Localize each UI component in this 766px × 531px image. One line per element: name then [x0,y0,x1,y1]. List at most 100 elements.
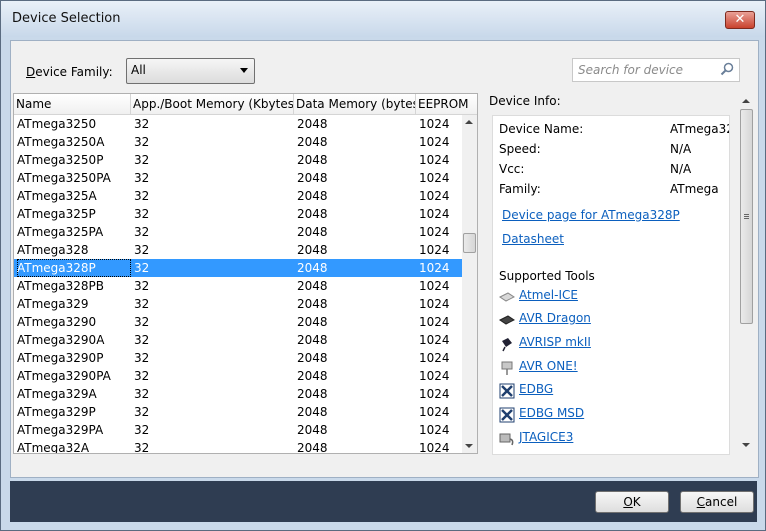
cell-name: ATmega329 [17,297,89,311]
info-scroll-thumb[interactable] [740,109,753,324]
avrisp-icon [502,338,512,352]
cell-name: ATmega3290P [17,351,104,365]
grid-scroll-thumb[interactable] [463,233,476,253]
cell-data-memory: 2048 [297,369,328,383]
cell-app-boot-memory: 32 [134,441,150,454]
cell-data-memory: 2048 [297,405,328,419]
search-box[interactable]: Search for device [572,58,740,82]
table-row[interactable]: ATmega329 32 2048 1024 [14,295,464,313]
tool-label[interactable]: EDBG [519,382,553,396]
cell-data-memory: 2048 [297,297,328,311]
tool-label[interactable]: AVR Dragon [519,311,591,325]
cell-eeprom: 1024 [419,135,450,149]
column-header-eeprom[interactable]: EEPROM [416,94,477,114]
cancel-button[interactable]: Cancel [680,491,754,513]
cell-data-memory: 2048 [297,387,328,401]
cell-eeprom: 1024 [419,261,450,275]
table-row[interactable]: ATmega328 32 2048 1024 [14,241,464,259]
table-row[interactable]: ATmega3250 32 2048 1024 [14,115,464,133]
cell-name: ATmega3290PA [17,369,111,383]
device-info-panel: Device Info: Device Name: ATmega32 Speed… [481,93,756,455]
search-input[interactable]: Search for device [578,63,683,77]
close-button[interactable]: ✕ [725,11,755,29]
edbg-icon [499,383,515,399]
cell-name: ATmega3250PA [17,171,111,185]
cell-app-boot-memory: 32 [134,369,150,383]
info-scrollbar[interactable] [739,93,754,452]
table-row[interactable]: ATmega325P 32 2048 1024 [14,205,464,223]
cell-name: ATmega325A [17,189,97,203]
table-row[interactable]: ATmega325A 32 2048 1024 [14,187,464,205]
table-row[interactable]: ATmega32A 32 2048 1024 [14,439,464,454]
device-grid[interactable]: Name App./Boot Memory (Kbytes) Data Memo… [13,93,478,454]
table-row[interactable]: ATmega3250A 32 2048 1024 [14,133,464,151]
datasheet-link[interactable]: Datasheet [502,232,564,246]
title-bar: Device Selection ✕ [1,1,765,37]
device-family-dropdown[interactable]: All [126,58,255,84]
ok-button[interactable]: OK [595,491,669,513]
cell-data-memory: 2048 [297,315,328,329]
column-header-app-boot-memory[interactable]: App./Boot Memory (Kbytes) [131,94,294,114]
cell-data-memory: 2048 [297,153,328,167]
cell-app-boot-memory: 32 [134,117,150,131]
table-row[interactable]: ATmega3290P 32 2048 1024 [14,349,464,367]
info-label: Family: [499,182,541,196]
cell-eeprom: 1024 [419,423,450,437]
cell-data-memory: 2048 [297,207,328,221]
info-value: N/A [670,142,692,156]
cell-data-memory: 2048 [297,333,328,347]
cell-data-memory: 2048 [297,261,328,275]
tool-label[interactable]: AVRISP mkII [519,335,591,349]
table-row[interactable]: ATmega3290A 32 2048 1024 [14,331,464,349]
cell-eeprom: 1024 [419,243,450,257]
cell-app-boot-memory: 32 [134,315,150,329]
table-row[interactable]: ATmega3250PA 32 2048 1024 [14,169,464,187]
table-row[interactable]: ATmega3290 32 2048 1024 [14,313,464,331]
scroll-up-icon[interactable] [742,99,750,103]
tool-label[interactable]: JTAGICE3 [519,430,573,444]
cell-name: ATmega329A [17,387,97,401]
cell-app-boot-memory: 32 [134,171,150,185]
table-row[interactable]: ATmega3250P 32 2048 1024 [14,151,464,169]
table-row[interactable]: ATmega329A 32 2048 1024 [14,385,464,403]
device-family-value: All [131,63,146,77]
dialog-footer: OK Cancel [10,481,757,522]
atmel-ice-icon [499,292,515,302]
table-row[interactable]: ATmega3290PA 32 2048 1024 [14,367,464,385]
grid-scrollbar[interactable] [462,115,477,453]
cell-data-memory: 2048 [297,135,328,149]
table-row[interactable]: ATmega329PA 32 2048 1024 [14,421,464,439]
cell-app-boot-memory: 32 [134,243,150,257]
cell-app-boot-memory: 32 [134,189,150,203]
device-page-link[interactable]: Device page for ATmega328P [502,208,680,222]
grip-icon [744,214,749,215]
cell-name: ATmega3290A [17,333,105,347]
tool-label[interactable]: AVR ONE! [519,359,578,373]
close-icon: ✕ [734,12,746,27]
cell-app-boot-memory: 32 [134,261,150,275]
scroll-down-icon[interactable] [742,443,750,447]
scroll-down-icon[interactable] [465,444,473,448]
column-header-data-memory[interactable]: Data Memory (bytes) [294,94,416,114]
cell-name: ATmega328P [17,259,131,277]
tool-label[interactable]: Atmel-ICE [519,288,578,302]
cell-app-boot-memory: 32 [134,279,150,293]
scroll-up-icon[interactable] [465,120,473,124]
table-row[interactable]: ATmega328P 32 2048 1024 [14,259,464,277]
cell-eeprom: 1024 [419,297,450,311]
grid-rows: ATmega3250 32 2048 1024 ATmega3250A 32 2048 102… [14,115,464,454]
search-icon[interactable] [719,61,735,77]
cell-name: ATmega328 [17,243,89,257]
grid-header: Name App./Boot Memory (Kbytes) Data Memo… [14,94,477,115]
tool-label[interactable]: EDBG MSD [519,406,584,420]
table-row[interactable]: ATmega325PA 32 2048 1024 [14,223,464,241]
cell-eeprom: 1024 [419,315,450,329]
column-header-name[interactable]: Name [14,94,131,114]
table-row[interactable]: ATmega329P 32 2048 1024 [14,403,464,421]
cell-name: ATmega325PA [17,225,104,239]
cell-name: ATmega3250 [17,117,97,131]
table-row[interactable]: ATmega328PB 32 2048 1024 [14,277,464,295]
cell-data-memory: 2048 [297,279,328,293]
cell-data-memory: 2048 [297,171,328,185]
cell-data-memory: 2048 [297,189,328,203]
